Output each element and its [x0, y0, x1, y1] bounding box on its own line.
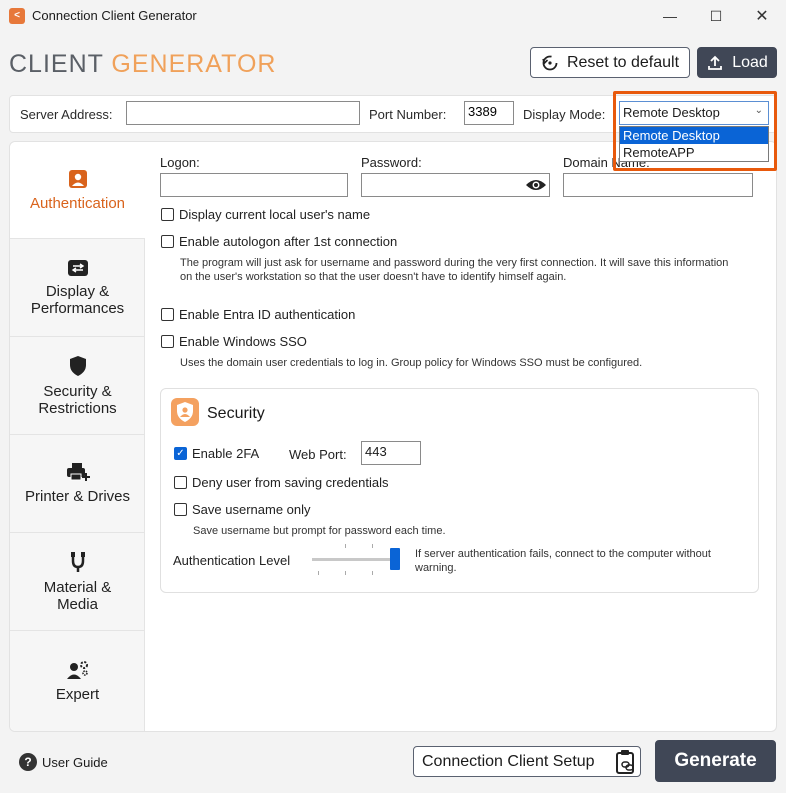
deny-saving-credentials-checkbox[interactable]	[174, 476, 187, 489]
logon-label: Logon:	[160, 155, 200, 170]
help-question-icon[interactable]: ?	[19, 753, 37, 771]
autologon-checkbox[interactable]	[161, 235, 174, 248]
entra-id-checkbox[interactable]	[161, 308, 174, 321]
logon-input[interactable]	[160, 173, 348, 197]
tab-security-label-1: Security &	[43, 382, 112, 400]
dropdown-option-remoteapp[interactable]: RemoteAPP	[620, 144, 768, 161]
entra-id-label: Enable Entra ID authentication	[179, 307, 356, 322]
tab-expert[interactable]: Expert	[10, 631, 145, 731]
security-lock-icon	[171, 398, 199, 426]
tab-expert-label: Expert	[55, 685, 100, 703]
slider-tick	[372, 571, 373, 575]
reset-label: Reset to default	[566, 53, 680, 71]
media-connector-icon	[70, 551, 85, 572]
close-icon[interactable]: ✕	[739, 0, 785, 32]
tab-material-media[interactable]: Material & Media	[10, 533, 145, 631]
display-local-user-checkbox[interactable]	[161, 208, 174, 221]
autologon-label: Enable autologon after 1st connection	[179, 234, 398, 249]
tab-material-label-2: Media	[57, 595, 98, 613]
slider-thumb[interactable]	[390, 548, 400, 570]
tab-printer-label: Printer & Drives	[24, 488, 131, 505]
windows-sso-help-text: Uses the domain user credentials to log …	[180, 357, 643, 369]
load-label: Load	[732, 53, 768, 71]
authentication-level-slider[interactable]	[312, 544, 402, 576]
reset-icon	[542, 55, 558, 70]
eye-icon[interactable]	[525, 177, 547, 193]
brand-logo: CLIENT GENERATOR	[9, 50, 276, 79]
user-guide-link[interactable]: User Guide	[42, 755, 108, 770]
shield-icon	[69, 355, 86, 376]
enable-2fa-checkbox[interactable]: ✓	[174, 447, 187, 460]
brand-part2: GENERATOR	[111, 50, 277, 78]
slider-track	[312, 558, 400, 561]
printer-icon	[66, 463, 90, 481]
slider-tick	[345, 544, 346, 548]
tab-display-label-1: Display &	[45, 282, 110, 300]
enable-2fa-label: Enable 2FA	[192, 446, 260, 461]
authentication-level-label: Authentication Level	[173, 553, 291, 568]
connection-client-setup-button[interactable]: Connection Client Setup	[413, 746, 641, 777]
server-address-label: Server Address:	[20, 107, 113, 122]
connection-client-setup-label: Connection Client Setup	[422, 752, 595, 770]
display-mode-dropdown-list: Remote Desktop RemoteAPP	[619, 126, 769, 162]
tab-material-label-1: Material &	[43, 578, 112, 596]
display-mode-label: Display Mode:	[523, 107, 606, 122]
expert-gear-user-icon	[66, 660, 88, 679]
tab-printer-drives[interactable]: Printer & Drives	[10, 435, 145, 533]
authentication-level-help-text: If server authentication fails, connect …	[415, 548, 711, 574]
windows-sso-label: Enable Windows SSO	[179, 334, 307, 349]
tab-authentication[interactable]: Authentication	[10, 142, 145, 239]
tab-security-label-2: Restrictions	[38, 399, 117, 417]
slider-tick	[345, 571, 346, 575]
tab-display-label-2: Performances	[30, 299, 125, 317]
generate-label: Generate	[674, 750, 757, 771]
display-settings-icon	[67, 259, 88, 276]
tab-authentication-label: Authentication	[29, 194, 126, 212]
web-port-input[interactable]: 443	[361, 441, 421, 465]
display-local-user-label: Display current local user's name	[179, 207, 371, 222]
slider-tick	[372, 544, 373, 548]
password-label: Password:	[361, 155, 422, 170]
port-number-input[interactable]: 3389	[464, 101, 514, 125]
server-address-input[interactable]	[126, 101, 360, 125]
tab-security-restrictions[interactable]: Security & Restrictions	[10, 337, 145, 435]
tab-display-performances[interactable]: Display & Performances	[10, 239, 145, 337]
slider-tick	[318, 571, 319, 575]
password-input[interactable]	[361, 173, 550, 197]
web-port-label: Web Port:	[289, 447, 347, 462]
save-username-only-label: Save username only	[192, 502, 311, 517]
load-button[interactable]: Load	[697, 47, 777, 78]
minimize-icon[interactable]: —	[647, 0, 693, 32]
user-icon	[68, 169, 87, 188]
domain-name-input[interactable]	[563, 173, 753, 197]
dropdown-option-remote-desktop[interactable]: Remote Desktop	[620, 127, 768, 144]
save-username-only-checkbox[interactable]	[174, 503, 187, 516]
brand-part1: CLIENT	[9, 50, 104, 78]
save-username-help-text: Save username but prompt for password ea…	[193, 525, 446, 537]
generate-button[interactable]: Generate	[655, 740, 776, 782]
port-number-label: Port Number:	[369, 107, 447, 122]
nav-divider	[144, 238, 145, 731]
reset-to-default-button[interactable]: Reset to default	[530, 47, 690, 78]
deny-saving-credentials-label: Deny user from saving credentials	[192, 475, 389, 490]
autologon-help-text: The program will just ask for username a…	[180, 257, 729, 283]
maximize-icon[interactable]: ☐	[693, 0, 739, 32]
window-title: Connection Client Generator	[32, 8, 197, 23]
upload-icon	[708, 55, 723, 70]
clipboard-link-icon	[616, 750, 634, 774]
security-title: Security	[207, 405, 265, 422]
windows-sso-checkbox[interactable]	[161, 335, 174, 348]
app-logo-icon: <	[9, 8, 25, 24]
